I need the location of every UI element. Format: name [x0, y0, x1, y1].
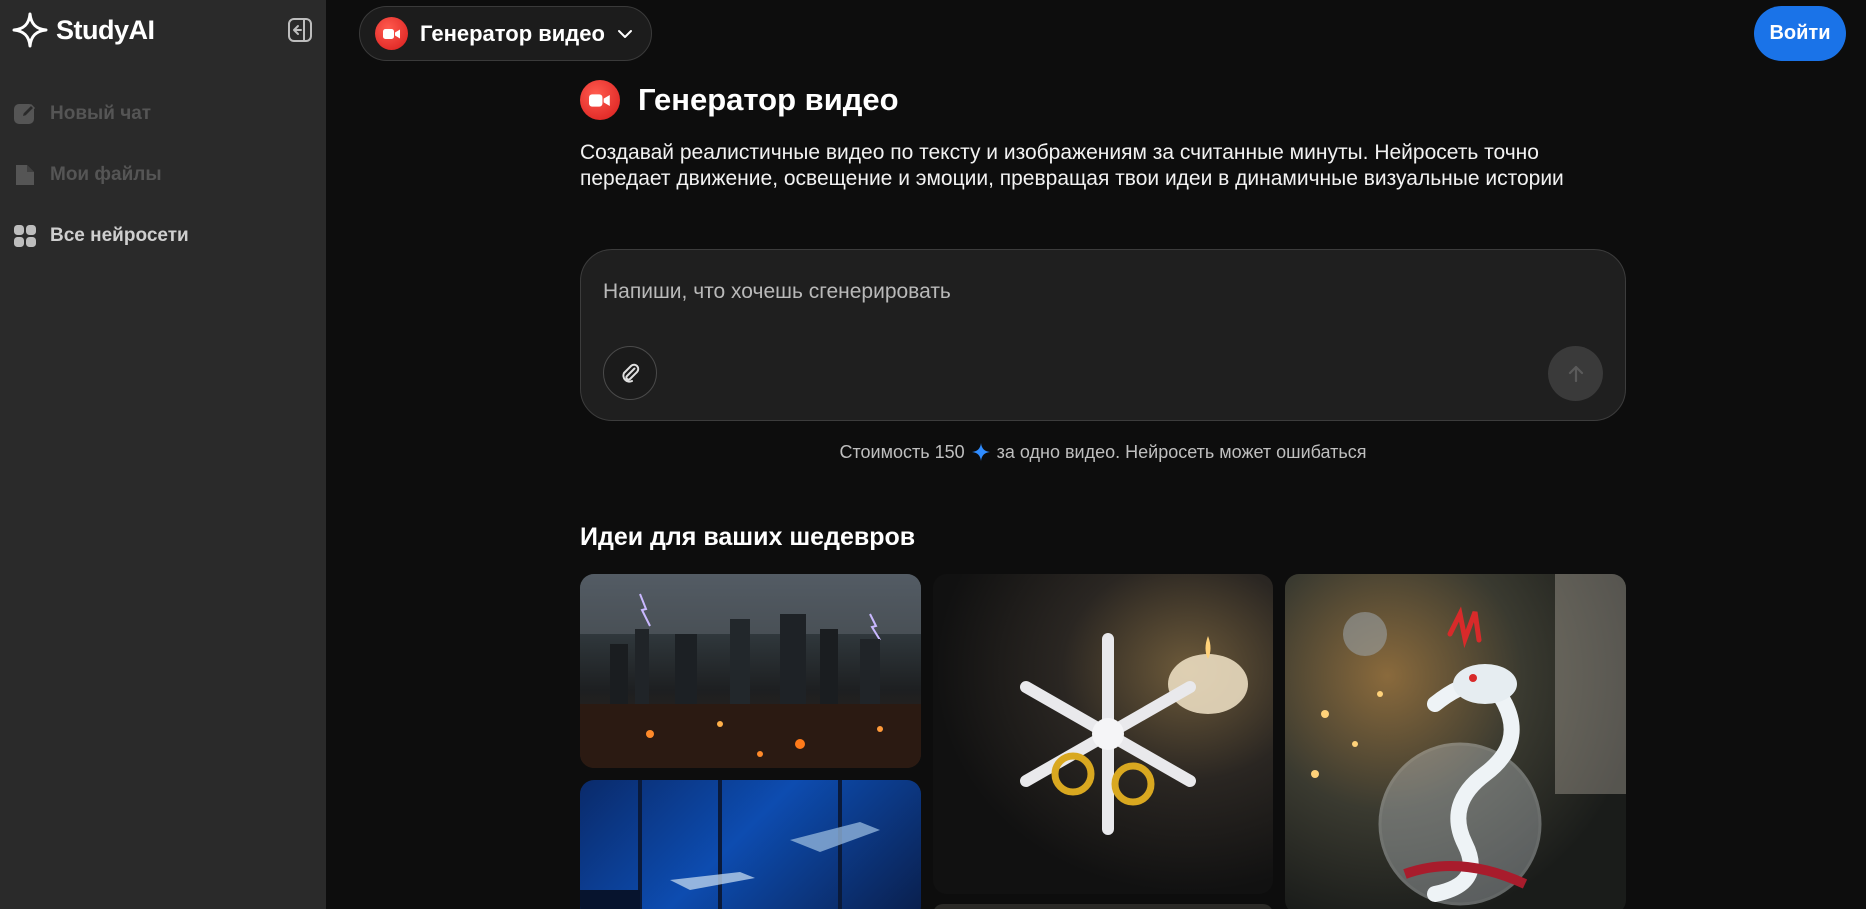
- idea-card-shark-aquarium[interactable]: [580, 780, 921, 909]
- collapse-sidebar-icon: [288, 18, 312, 42]
- ideas-title: Идеи для ваших шедевров: [580, 523, 916, 551]
- login-button[interactable]: Войти: [1754, 6, 1846, 61]
- sidebar-item-label: Новый чат: [50, 103, 152, 124]
- video-camera-icon: [375, 17, 408, 50]
- logo[interactable]: StudyAI: [12, 12, 155, 48]
- cost-suffix: за одно видео. Нейросеть может ошибаться: [996, 442, 1367, 462]
- page-title: Генератор видео: [638, 82, 899, 117]
- sparkle-logo-icon: [12, 12, 48, 48]
- send-button[interactable]: [1548, 346, 1603, 401]
- idea-card-storm-city[interactable]: [580, 574, 921, 768]
- cost-notice: Стоимость 150 за одно видео. Нейросеть м…: [580, 442, 1626, 463]
- jeweled-snowflake-image: [1020, 633, 1248, 835]
- attach-button[interactable]: [603, 346, 657, 400]
- model-selector-label: Генератор видео: [420, 20, 605, 46]
- edit-icon: [12, 101, 38, 127]
- model-selector-dropdown[interactable]: Генератор видео: [359, 6, 652, 61]
- sidebar-item-all-networks[interactable]: Все нейросети: [12, 216, 312, 256]
- credit-sparkle-icon: [971, 443, 990, 461]
- file-icon: [12, 162, 38, 188]
- sidebar-item-label: Все нейросети: [50, 225, 189, 246]
- sidebar-item-new-chat[interactable]: Новый чат: [12, 94, 312, 134]
- idea-card-jeweled-snowflake[interactable]: [933, 574, 1273, 894]
- sidebar: StudyAI Новый чат Мои файлы Все нейросет…: [0, 0, 326, 909]
- sidebar-nav: Новый чат Мои файлы Все нейросети: [12, 94, 312, 277]
- storm-city-image: [580, 574, 921, 768]
- collapse-sidebar-button[interactable]: [286, 16, 314, 44]
- paperclip-icon: [622, 363, 640, 383]
- arrow-up-icon: [1568, 365, 1583, 382]
- video-camera-icon: [580, 80, 620, 120]
- crystal-dragon-image: [1311, 574, 1626, 906]
- sidebar-item-my-files[interactable]: Мои файлы: [12, 155, 312, 195]
- chevron-down-icon: [617, 29, 632, 38]
- page-header: Генератор видео: [580, 80, 899, 120]
- prompt-box: [580, 249, 1626, 421]
- shark-aquarium-image: [580, 780, 880, 909]
- ideas-gallery: [580, 574, 1626, 909]
- sidebar-item-label: Мои файлы: [50, 164, 162, 185]
- page-description: Создавай реалистичные видео по тексту и …: [580, 141, 1564, 190]
- grid-icon: [12, 223, 38, 249]
- idea-card-more[interactable]: [933, 904, 1273, 909]
- prompt-input[interactable]: [603, 280, 1593, 304]
- cost-prefix: Стоимость 150: [839, 442, 965, 462]
- logo-text: StudyAI: [56, 14, 155, 45]
- idea-card-crystal-dragon[interactable]: [1285, 574, 1626, 909]
